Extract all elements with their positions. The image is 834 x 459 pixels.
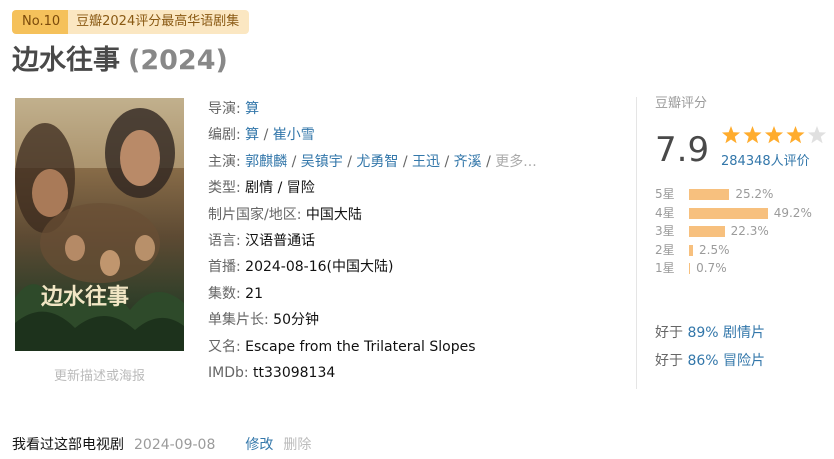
region-label: 制片国家/地区: [208, 206, 297, 223]
title-name: 边水往事: [12, 45, 120, 76]
better-than-percent[interactable]: 86%: [687, 353, 718, 369]
divider: [636, 97, 637, 389]
premiere-value: 2024-08-16(中国大陆): [245, 259, 394, 276]
better-than-genre[interactable]: 冒险片: [723, 353, 765, 369]
svg-text:边水往事: 边水往事: [40, 284, 129, 310]
cast-link[interactable]: 尤勇智: [356, 154, 398, 170]
runtime-value: 50分钟: [273, 312, 319, 329]
rating-bar: [689, 189, 730, 200]
cast-link[interactable]: 齐溪: [454, 154, 482, 170]
rating-percent: 2.5%: [699, 242, 730, 257]
rating-bar-row: 3星 22.3%: [655, 222, 769, 241]
cast-row: 主演: 郭麒麟 / 吴镇宇 / 尤勇智 / 王迅 / 齐溪 / 更多...: [208, 153, 537, 170]
better-than-genre[interactable]: 剧情片: [723, 325, 765, 341]
top-list-badge[interactable]: No.10 豆瓣2024评分最高华语剧集: [12, 10, 250, 34]
rating-bar-row: 5星 25.2%: [655, 185, 773, 204]
star-level-label: 1星: [655, 261, 675, 275]
better-than-prefix: 好于: [655, 325, 683, 341]
aka-label: 又名: [208, 338, 236, 355]
genre-label: 类型: [208, 180, 236, 197]
region-row: 制片国家/地区: 中国大陆: [208, 206, 362, 223]
aka-row: 又名: Escape from the Trilateral Slopes: [208, 338, 476, 355]
user-status: 我看过这部电视剧 2024-09-08 修改 删除: [12, 434, 311, 454]
genre-value: 剧情 / 冒险: [245, 180, 315, 197]
better-than-prefix: 好于: [655, 353, 683, 369]
award-label: 豆瓣2024评分最高华语剧集: [68, 10, 250, 34]
poster-image[interactable]: 边水往事: [15, 98, 184, 351]
rating-percent: 49.2%: [773, 205, 812, 220]
language-label: 语言: [208, 232, 236, 249]
rank-label: No.10: [12, 10, 69, 34]
star-level-label: 5星: [655, 187, 675, 201]
imdb-label: IMDb: [208, 364, 244, 381]
rating-percent: 25.2%: [735, 187, 774, 201]
aka-value: Escape from the Trilateral Slopes: [245, 338, 476, 355]
imdb-row: IMDb: tt33098134: [208, 364, 336, 381]
delete-link[interactable]: 删除: [283, 437, 311, 453]
language-row: 语言: 汉语普通话: [208, 232, 316, 249]
runtime-row: 单集片长: 50分钟: [208, 312, 319, 329]
star-filled-icon: [764, 126, 784, 144]
page-title: 边水往事 (2024): [12, 38, 228, 77]
cast-link[interactable]: 郭麒麟: [245, 154, 287, 170]
watched-date: 2024-09-08: [134, 437, 216, 453]
rating-percent: 22.3%: [730, 224, 769, 238]
cast-more-link[interactable]: 更多...: [495, 154, 536, 170]
cast-link[interactable]: 吴镇宇: [301, 154, 343, 170]
rating-distribution: 5星 25.2% 4星 49.2% 3星 22.3% 2星 2.5% 1星 0.7%: [655, 185, 812, 278]
poster-art: 边水往事: [15, 98, 184, 351]
info-panel: 导演: 算 编剧: 算 / 崔小雪 主演: 郭麒麟 / 吴镇宇 / 尤勇智 / …: [208, 96, 537, 386]
star-filled-icon: [743, 126, 762, 144]
cast-link[interactable]: 王迅: [412, 154, 440, 170]
rating-label: 豆瓣评分: [655, 96, 708, 111]
region-value: 中国大陆: [305, 206, 362, 223]
rating-bar: [689, 244, 693, 256]
rating-panel: 豆瓣评分 7.9 284348人评价: [655, 92, 827, 170]
premiere-label: 首播: [208, 259, 236, 276]
episodes-row: 集数: 21: [208, 285, 263, 302]
rating-bar-row: 2星 2.5%: [655, 241, 730, 260]
star-filled-icon: [721, 126, 741, 144]
rating-stars: [721, 126, 827, 144]
rating-bar: [689, 263, 691, 274]
director-label: 导演: [208, 101, 236, 117]
rating-percent: 0.7%: [696, 261, 727, 275]
imdb-value: tt33098134: [253, 364, 336, 381]
rating-bar-row: 4星 49.2%: [655, 204, 812, 223]
premiere-row: 首播: 2024-08-16(中国大陆): [208, 259, 394, 276]
cast-label: 主演: [208, 153, 236, 170]
writer-link[interactable]: 算: [245, 127, 259, 143]
episodes-value: 21: [245, 285, 263, 302]
writer-link[interactable]: 崔小雪: [273, 127, 315, 143]
edit-link[interactable]: 修改: [245, 437, 273, 453]
rating-score: 7.9: [655, 130, 710, 170]
star-level-label: 2星: [655, 242, 675, 257]
director-row: 导演: 算: [208, 101, 260, 117]
better-than-row: 好于 89% 剧情片: [655, 319, 765, 347]
language-value: 汉语普通话: [245, 232, 316, 249]
star-empty-icon: [807, 126, 827, 144]
better-than-percent[interactable]: 89%: [687, 325, 718, 341]
votes-link[interactable]: 284348人评价: [721, 150, 810, 169]
title-year: (2024): [128, 45, 228, 76]
star-level-label: 3星: [655, 224, 675, 238]
writer-row: 编剧: 算 / 崔小雪: [208, 127, 315, 144]
episodes-label: 集数: [208, 285, 236, 302]
genre-row: 类型: 剧情 / 冒险: [208, 180, 315, 197]
rating-bar: [689, 207, 768, 219]
update-poster-link[interactable]: 更新描述或海报: [15, 365, 184, 384]
watched-status: 我看过这部电视剧: [12, 437, 124, 453]
rating-bar: [689, 226, 725, 237]
writer-label: 编剧: [208, 127, 236, 144]
star-filled-icon: [786, 126, 805, 144]
better-than-row: 好于 86% 冒险片: [655, 347, 765, 375]
director-link[interactable]: 算: [245, 101, 259, 117]
star-level-label: 4星: [655, 205, 675, 220]
runtime-label: 单集片长: [208, 312, 264, 329]
rating-bar-row: 1星 0.7%: [655, 259, 727, 278]
better-than-panel: 好于 89% 剧情片 好于 86% 冒险片: [655, 319, 765, 375]
